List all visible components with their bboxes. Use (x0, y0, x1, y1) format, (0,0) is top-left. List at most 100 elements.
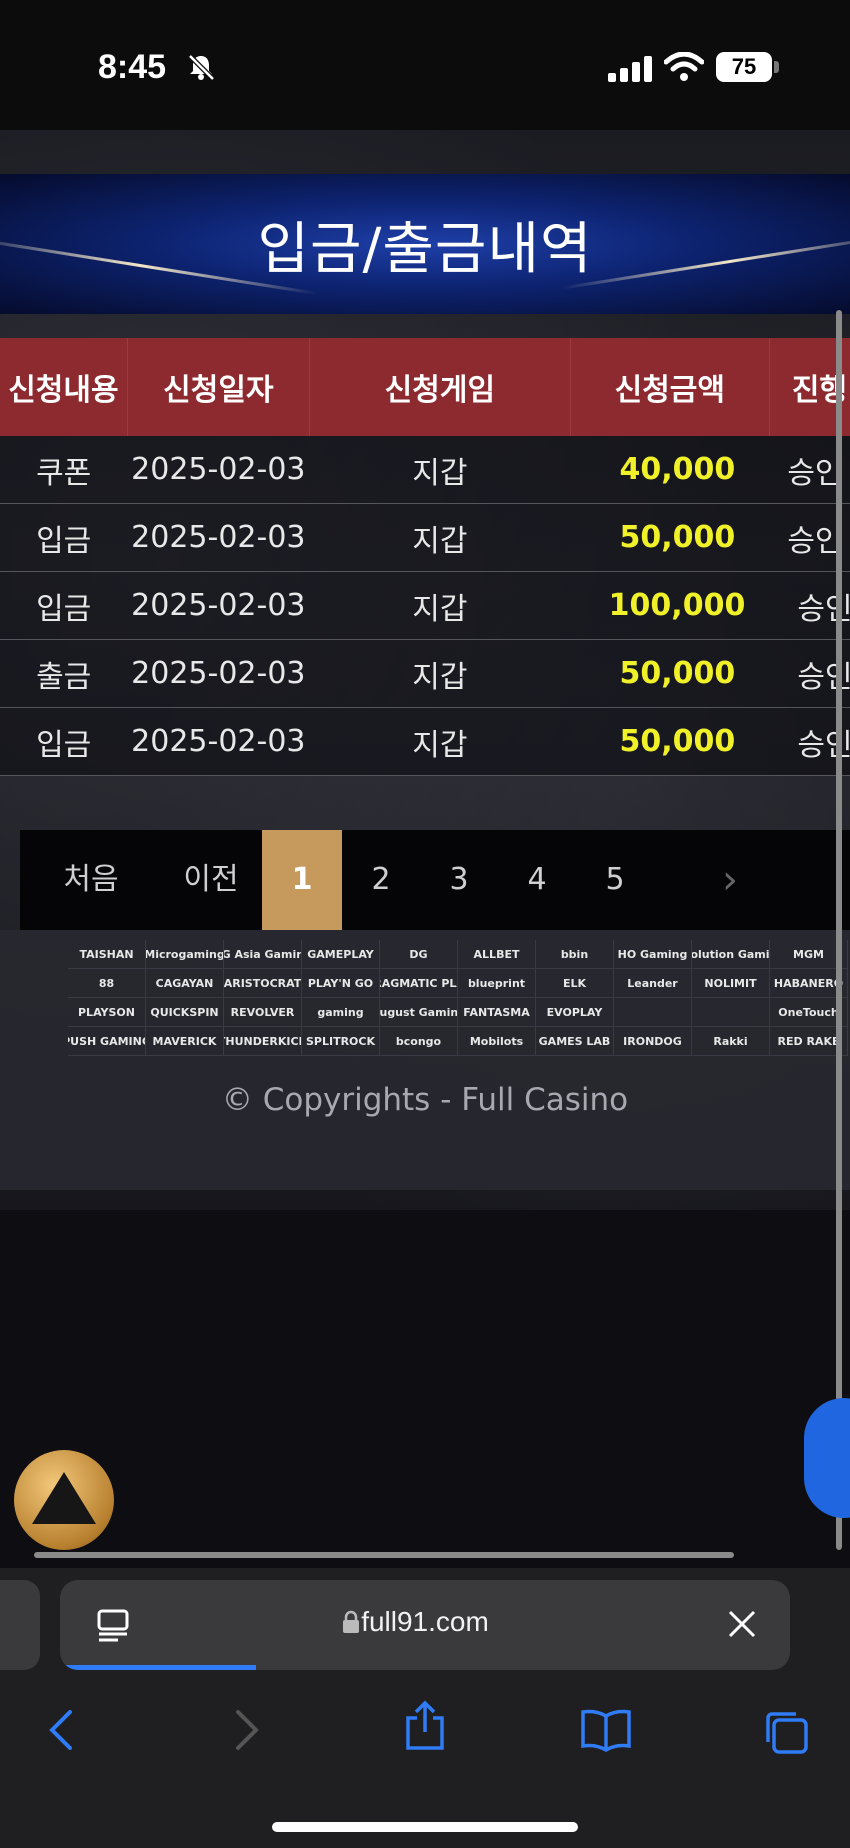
cell-game: 지갑 (309, 707, 571, 776)
provider-logo: Mobilots (458, 1027, 536, 1056)
table-header-row: 신청내용 신청일자 신청게임 신청금액 진행 (0, 338, 850, 436)
provider-logo: gaming (302, 998, 380, 1027)
status-bar: 8:45 75 (0, 0, 850, 130)
cellular-signal-icon (608, 56, 652, 82)
provider-logo: Microgaming (146, 940, 224, 969)
chat-button[interactable] (804, 1398, 850, 1518)
col-header-date: 신청일자 (127, 338, 310, 436)
cell-date: 2025-02-03 (127, 571, 310, 640)
provider-logo: CAGAYAN (146, 969, 224, 998)
provider-logo: MAVERICK (146, 1027, 224, 1056)
cell-amount: 50,000 (570, 503, 770, 572)
cell-date: 2025-02-03 (127, 639, 310, 708)
provider-logo: DG (380, 940, 458, 969)
footer: TAISHANMicrogamingAG Asia GamingGAMEPLAY… (0, 930, 850, 1190)
cell-type: 입금 (0, 571, 128, 640)
cell-game: 지갑 (309, 639, 571, 708)
up-arrow-icon (32, 1472, 96, 1524)
cell-date: 2025-02-03 (127, 707, 310, 776)
back-icon[interactable] (44, 1708, 80, 1752)
page-banner: 입금/출금내역 (0, 174, 850, 314)
close-icon[interactable] (726, 1608, 758, 1640)
provider-logo: PLAYSON (68, 998, 146, 1027)
provider-logo: bbin (536, 940, 614, 969)
provider-logo: SPLITROCK (302, 1027, 380, 1056)
cell-amount: 40,000 (570, 436, 770, 504)
table-row: 쿠폰 2025-02-03 지갑 40,000 승인 (0, 436, 850, 504)
cell-type: 쿠폰 (0, 436, 128, 504)
bookmarks-icon[interactable] (580, 1708, 632, 1752)
pager-page-1[interactable]: 1 (262, 830, 342, 930)
table-row: 입금 2025-02-03 지갑 100,000 승인 (0, 571, 850, 640)
horizontal-scrollbar[interactable] (34, 1552, 734, 1558)
scroll-to-top-button[interactable] (14, 1450, 114, 1550)
provider-logo: blueprint (458, 969, 536, 998)
pager-page-3[interactable]: 3 (420, 830, 498, 930)
page-load-progress (60, 1665, 256, 1670)
provider-logo: IRONDOG (614, 1027, 692, 1056)
cell-amount: 50,000 (570, 707, 770, 776)
provider-logo: THUNDERKICK (224, 1027, 302, 1056)
cell-game: 지갑 (309, 503, 571, 572)
address-bar[interactable]: full91.com (60, 1580, 790, 1670)
provider-logo: GAMES LAB (536, 1027, 614, 1056)
provider-logo: PRAGMATIC PLAY (380, 969, 458, 998)
provider-logos-grid: TAISHANMicrogamingAG Asia GamingGAMEPLAY… (68, 940, 850, 1056)
provider-logo: TAISHAN (68, 940, 146, 969)
col-header-amount: 신청금액 (570, 338, 770, 436)
pager-first-button[interactable]: 처음 (40, 830, 142, 930)
table-row: 입금 2025-02-03 지갑 50,000 승인 (0, 707, 850, 776)
table-row: 입금 2025-02-03 지갑 50,000 승인 (0, 503, 850, 572)
pager-page-5[interactable]: 5 (576, 830, 654, 930)
battery-tip (774, 61, 779, 73)
provider-logo: ELK (536, 969, 614, 998)
provider-logo: EVOPLAY (536, 998, 614, 1027)
forward-icon[interactable] (228, 1708, 264, 1752)
tabs-icon[interactable] (762, 1708, 810, 1756)
pagination: 처음 이전 1 2 3 4 5 › (20, 830, 850, 930)
page-title: 입금/출금내역 (257, 217, 593, 282)
pager-next-button[interactable]: › (700, 830, 760, 930)
cell-game: 지갑 (309, 571, 571, 640)
provider-logo: AG Asia Gaming (224, 940, 302, 969)
cell-amount: 100,000 (570, 571, 770, 640)
bell-off-icon (188, 54, 215, 81)
cell-date: 2025-02-03 (127, 503, 310, 572)
browser-toolbar: full91.com (0, 1568, 850, 1848)
transaction-table: 신청내용 신청일자 신청게임 신청금액 진행 쿠폰 2025-02-03 지갑 … (0, 338, 850, 776)
provider-logo: REVOLVER (224, 998, 302, 1027)
cell-amount: 50,000 (570, 639, 770, 708)
col-header-type: 신청내용 (0, 338, 128, 436)
provider-logo: NOLIMIT (692, 969, 770, 998)
provider-logo (614, 998, 692, 1027)
provider-logo: Rakki (692, 1027, 770, 1056)
provider-logo: ALLBET (458, 940, 536, 969)
battery-indicator: 75 (716, 52, 772, 82)
cell-type: 입금 (0, 503, 128, 572)
cell-date: 2025-02-03 (127, 436, 310, 504)
cell-type: 출금 (0, 639, 128, 708)
cell-game: 지갑 (309, 436, 571, 504)
url-text: full91.com (361, 1606, 489, 1637)
provider-logo: HO Gaming (614, 940, 692, 969)
provider-logo: PLAY'N GO (302, 969, 380, 998)
cell-type: 입금 (0, 707, 128, 776)
provider-logo: Evolution Gaming (692, 940, 770, 969)
provider-logo: August Gaming (380, 998, 458, 1027)
provider-logo: QUICKSPIN (146, 998, 224, 1027)
previous-tab-preview[interactable] (0, 1580, 40, 1670)
vertical-scrollbar[interactable] (836, 310, 842, 1550)
copyright-text: © Copyrights - Full Casino (221, 1082, 629, 1118)
provider-logo: 88 (68, 969, 146, 998)
provider-logo: PUSH GAMING (68, 1027, 146, 1056)
provider-logo: bcongo (380, 1027, 458, 1056)
share-icon[interactable] (402, 1700, 448, 1752)
provider-logo: ARISTOCRAT (224, 969, 302, 998)
provider-logo: Leander (614, 969, 692, 998)
home-indicator (272, 1822, 578, 1832)
pager-page-4[interactable]: 4 (498, 830, 576, 930)
provider-logo: FANTASMA (458, 998, 536, 1027)
pager-page-2[interactable]: 2 (342, 830, 420, 930)
pager-prev-button[interactable]: 이전 (160, 830, 262, 930)
site-content: 입금/출금내역 신청내용 신청일자 신청게임 신청금액 진행 쿠폰 2025-0… (0, 130, 850, 1210)
